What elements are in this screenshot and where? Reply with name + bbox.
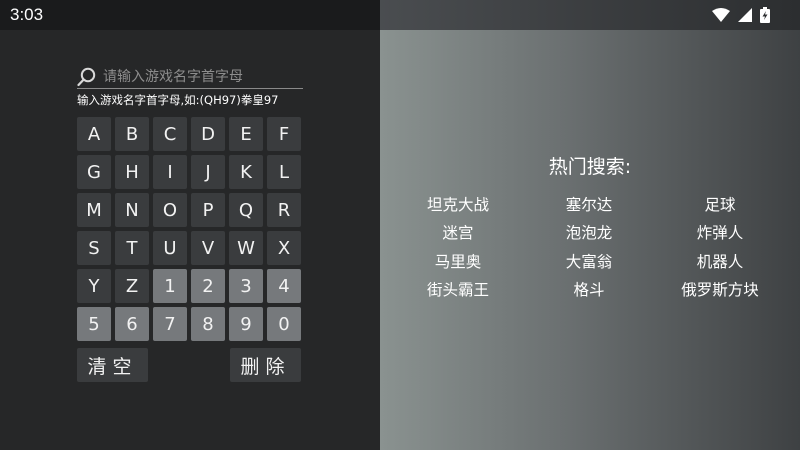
status-bar: 3:03 [0, 0, 800, 30]
key-a[interactable]: A [77, 117, 111, 151]
key-d[interactable]: D [191, 117, 225, 151]
key-o[interactable]: O [153, 193, 187, 227]
key-s[interactable]: S [77, 231, 111, 265]
key-c[interactable]: C [153, 117, 187, 151]
key-f[interactable]: F [267, 117, 301, 151]
hot-search-item[interactable]: 街头霸王 [388, 278, 528, 300]
key-l[interactable]: L [267, 155, 301, 189]
key-m[interactable]: M [77, 193, 111, 227]
key-h[interactable]: H [115, 155, 149, 189]
delete-button[interactable]: 删除 [230, 348, 301, 382]
key-1[interactable]: 1 [153, 269, 187, 303]
key-k[interactable]: K [229, 155, 263, 189]
key-5[interactable]: 5 [77, 307, 111, 341]
key-t[interactable]: T [115, 231, 149, 265]
hot-search-item[interactable]: 迷宫 [388, 221, 528, 243]
key-g[interactable]: G [77, 155, 111, 189]
key-8[interactable]: 8 [191, 307, 225, 341]
key-z[interactable]: Z [115, 269, 149, 303]
key-4[interactable]: 4 [267, 269, 301, 303]
key-b[interactable]: B [115, 117, 149, 151]
key-p[interactable]: P [191, 193, 225, 227]
key-q[interactable]: Q [229, 193, 263, 227]
key-n[interactable]: N [115, 193, 149, 227]
hot-search-item[interactable]: 塞尔达 [519, 193, 659, 215]
key-x[interactable]: X [267, 231, 301, 265]
hot-search-item[interactable]: 大富翁 [519, 250, 659, 272]
hot-search-title: 热门搜索: [548, 156, 632, 178]
clear-button[interactable]: 清空 [77, 348, 148, 382]
hot-search-item[interactable]: 机器人 [650, 250, 790, 272]
hot-search-item[interactable]: 格斗 [519, 278, 659, 300]
key-u[interactable]: U [153, 231, 187, 265]
search-hint: 输入游戏名字首字母,如:(QH97)拳皇97 [77, 93, 279, 107]
hot-search-item[interactable]: 马里奥 [388, 250, 528, 272]
key-y[interactable]: Y [77, 269, 111, 303]
key-0[interactable]: 0 [267, 307, 301, 341]
search-input[interactable] [103, 67, 301, 87]
hot-search-item[interactable]: 足球 [650, 193, 790, 215]
key-r[interactable]: R [267, 193, 301, 227]
signal-icon [738, 8, 752, 22]
key-e[interactable]: E [229, 117, 263, 151]
hot-search-item[interactable]: 坦克大战 [388, 193, 528, 215]
hot-search-item[interactable]: 俄罗斯方块 [650, 278, 790, 300]
key-7[interactable]: 7 [153, 307, 187, 341]
hot-search-item[interactable]: 泡泡龙 [519, 221, 659, 243]
key-9[interactable]: 9 [229, 307, 263, 341]
key-6[interactable]: 6 [115, 307, 149, 341]
battery-charging-icon [760, 7, 770, 23]
key-3[interactable]: 3 [229, 269, 263, 303]
search-box [77, 66, 303, 89]
key-w[interactable]: W [229, 231, 263, 265]
hot-search-item[interactable]: 炸弹人 [650, 221, 790, 243]
key-j[interactable]: J [191, 155, 225, 189]
wifi-icon [712, 8, 730, 22]
status-time: 3:03 [10, 5, 44, 24]
key-2[interactable]: 2 [191, 269, 225, 303]
key-v[interactable]: V [191, 231, 225, 265]
key-i[interactable]: I [153, 155, 187, 189]
status-icons [712, 6, 770, 24]
search-icon [77, 67, 97, 87]
